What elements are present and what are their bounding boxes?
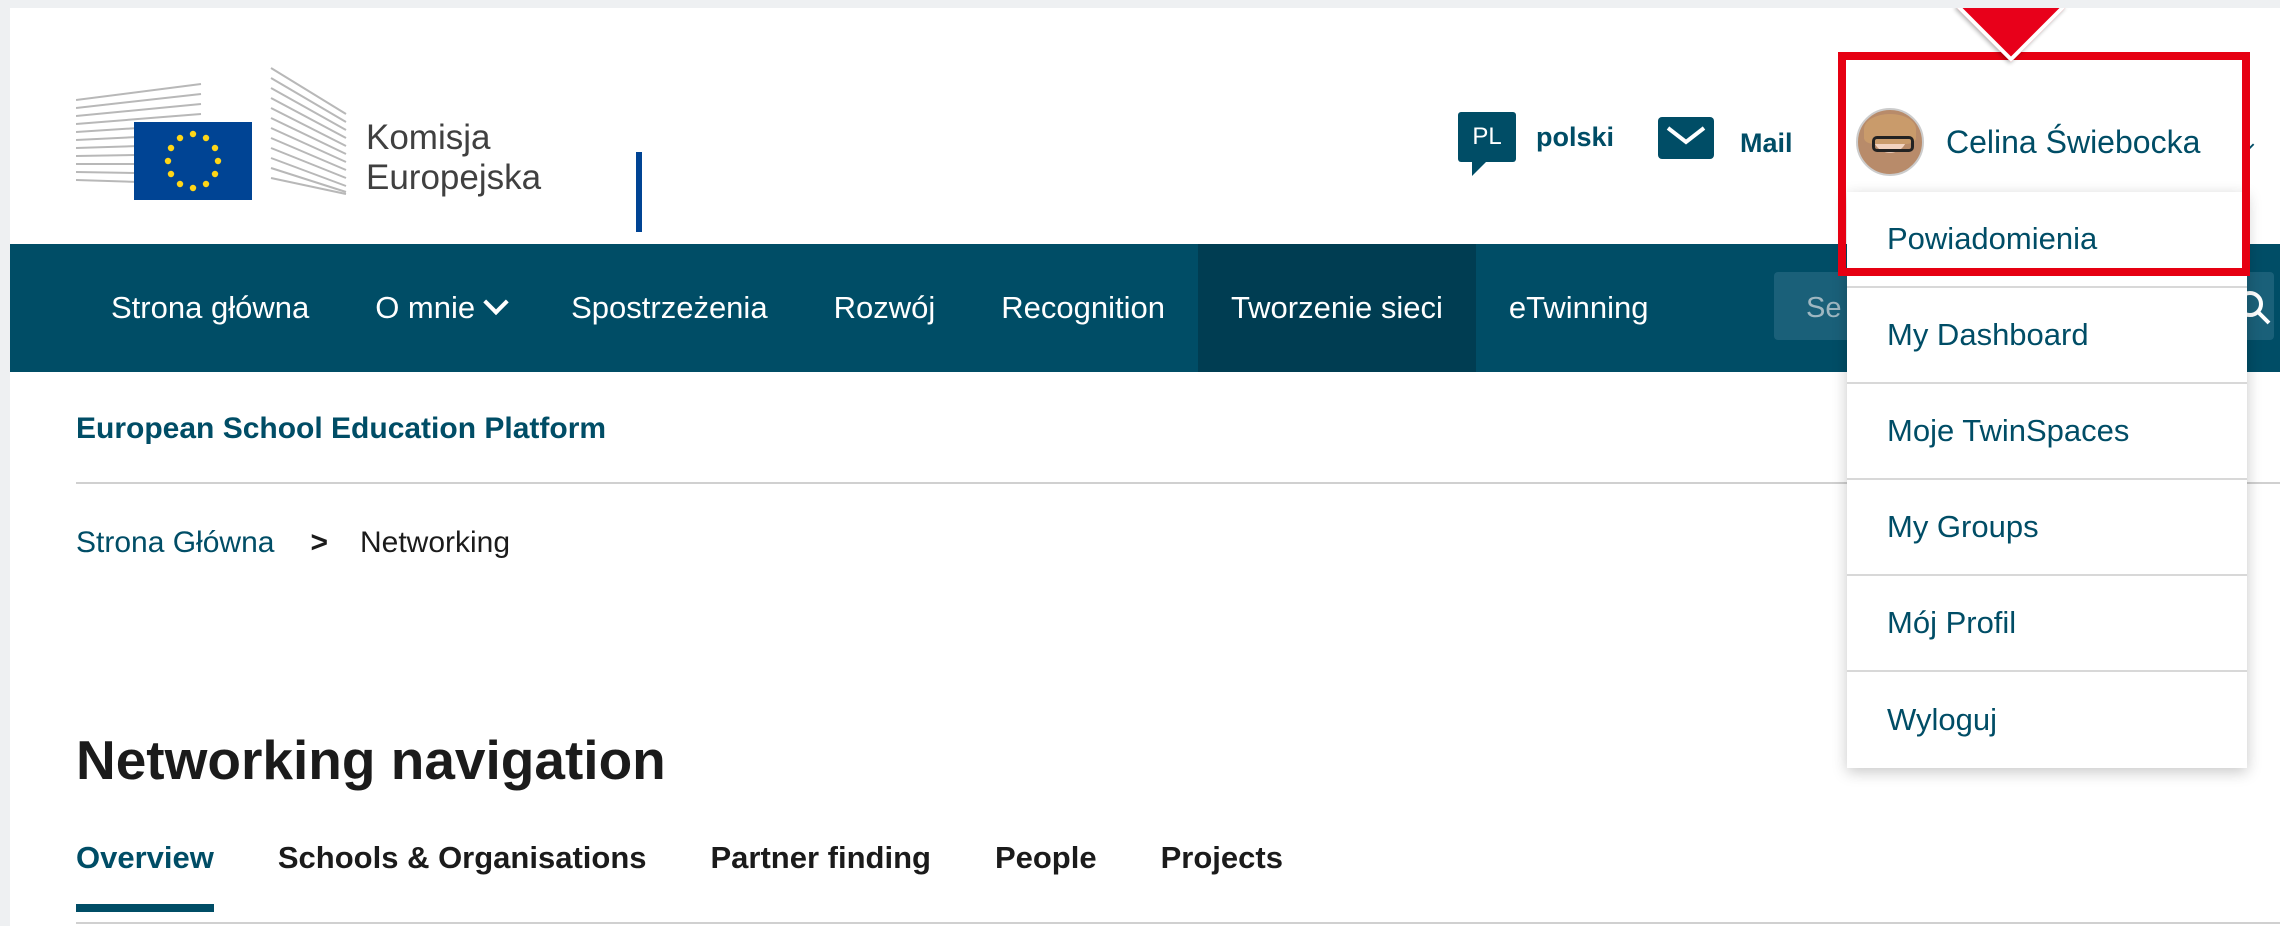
user-dropdown-menu: Powiadomienia My Dashboard Moje TwinSpac… xyxy=(1847,192,2247,768)
logo-divider xyxy=(636,152,642,232)
mail-button[interactable]: Mail xyxy=(1658,116,1793,159)
site-name[interactable]: European School Education Platform xyxy=(76,412,606,446)
avatar-glasses xyxy=(1872,136,1914,152)
logo-line-1: Komisja xyxy=(366,118,491,157)
tab-overview[interactable]: Overview xyxy=(76,840,214,912)
chevron-right-icon: > xyxy=(310,526,328,559)
menu-item-notifications[interactable]: Powiadomienia xyxy=(1847,192,2247,288)
pointer-arrow-icon xyxy=(1955,8,2067,63)
language-badge-icon: PL xyxy=(1458,112,1516,176)
logo-line-2: Europejska xyxy=(366,158,542,197)
breadcrumb: Strona Główna > Networking xyxy=(76,526,510,560)
language-code: PL xyxy=(1472,123,1502,150)
mail-label: Mail xyxy=(1740,128,1793,158)
nav-item-label: Tworzenie sieci xyxy=(1230,290,1443,325)
language-label: polski xyxy=(1536,121,1615,152)
menu-item-logout[interactable]: Wyloguj xyxy=(1847,672,2247,768)
nav-item-home[interactable]: Strona główna xyxy=(10,244,342,372)
menu-item-my-twinspaces[interactable]: Moje TwinSpaces xyxy=(1847,384,2247,480)
nav-item-recognition[interactable]: Recognition xyxy=(968,244,1198,372)
tab-projects[interactable]: Projects xyxy=(1161,840,1283,912)
menu-item-my-dashboard[interactable]: My Dashboard xyxy=(1847,288,2247,384)
networking-tabs: Overview Schools & Organisations Partner… xyxy=(76,840,1283,912)
menu-item-my-profile[interactable]: Mój Profil xyxy=(1847,576,2247,672)
search-placeholder: Se xyxy=(1806,292,1842,324)
nav-item-label: Rozwój xyxy=(833,290,936,325)
nav-item-label: Spostrzeżenia xyxy=(571,290,768,325)
nav-item-development[interactable]: Rozwój xyxy=(801,244,969,372)
chevron-down-icon: ⌄ xyxy=(2240,129,2259,154)
logo-text: Komisja Europejska xyxy=(366,118,541,198)
page-title: Networking navigation xyxy=(76,729,666,791)
nav-item-label: O mnie xyxy=(375,290,476,325)
nav-item-label: eTwinning xyxy=(1508,290,1649,325)
menu-item-my-groups[interactable]: My Groups xyxy=(1847,480,2247,576)
nav-item-label: Strona główna xyxy=(111,290,310,325)
mail-icon xyxy=(1658,116,1714,159)
chevron-down-icon xyxy=(483,289,509,316)
user-name: Celina Świebocka xyxy=(1946,123,2201,160)
avatar xyxy=(1856,108,1924,176)
nav-item-etwinning[interactable]: eTwinning xyxy=(1476,244,1682,372)
tab-schools-organisations[interactable]: Schools & Organisations xyxy=(278,840,647,912)
language-selector[interactable]: PL polski xyxy=(1458,112,1615,176)
european-commission-logo[interactable]: Komisja Europejska xyxy=(75,54,642,232)
tab-people[interactable]: People xyxy=(995,840,1097,912)
page: Komisja Europejska PL polski Mail Celina… xyxy=(10,8,2280,926)
user-menu-button[interactable]: Celina Świebocka ⌄ xyxy=(1856,108,2259,176)
nav-item-networking[interactable]: Tworzenie sieci xyxy=(1197,244,1476,372)
nav-item-insights[interactable]: Spostrzeżenia xyxy=(538,244,800,372)
nav-item-about-me[interactable]: O mnie xyxy=(342,244,538,372)
tab-partner-finding[interactable]: Partner finding xyxy=(711,840,931,912)
breadcrumb-home-link[interactable]: Strona Główna xyxy=(76,526,274,560)
breadcrumb-current: Networking xyxy=(359,526,511,559)
nav-item-label: Recognition xyxy=(1001,290,1165,325)
tabs-underline xyxy=(76,922,2280,924)
